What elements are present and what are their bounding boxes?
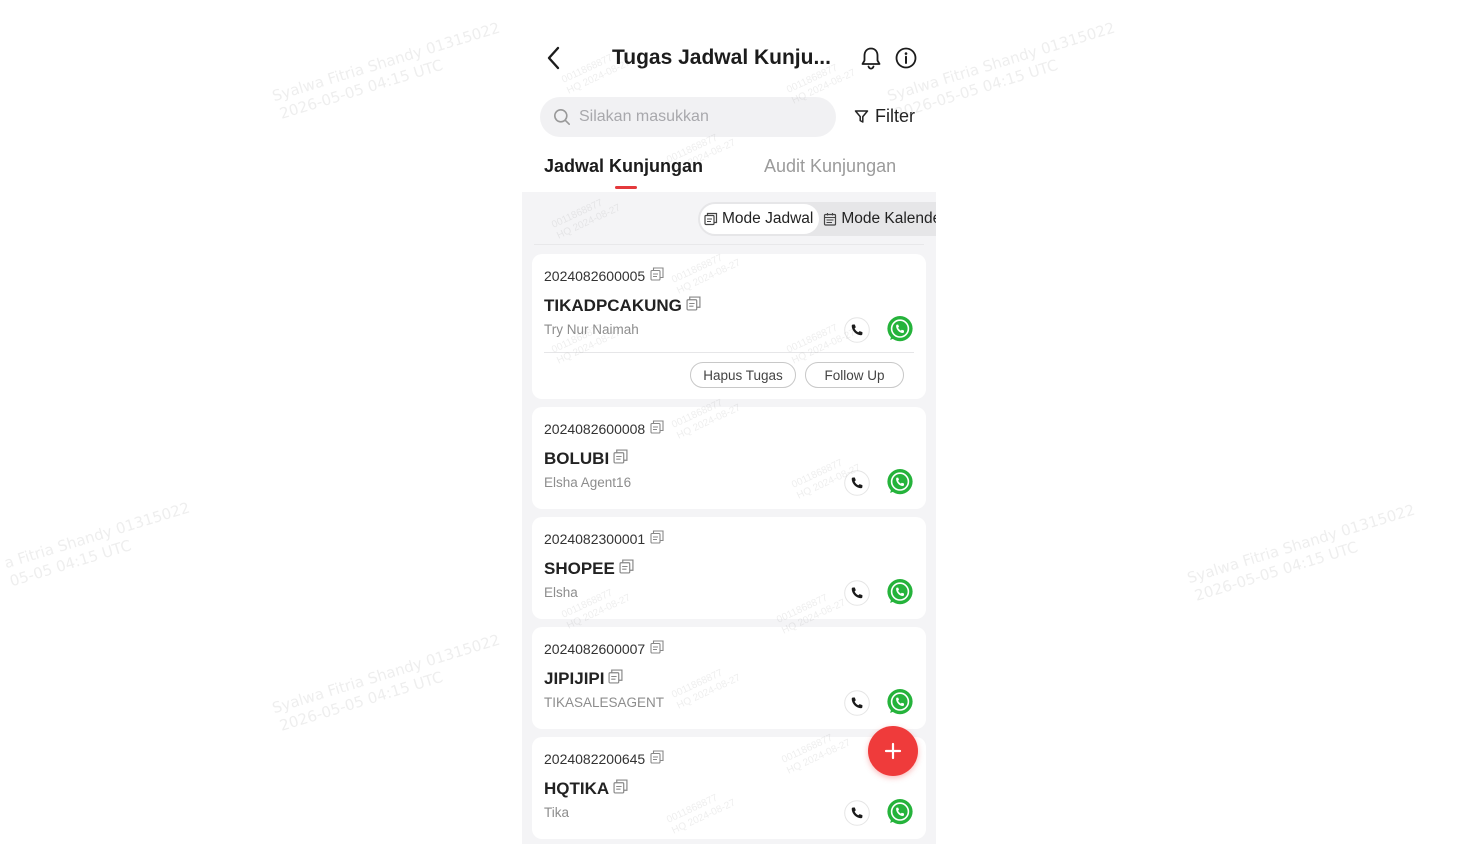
store-name: JIPIJIPI <box>544 669 624 689</box>
whatsapp-icon <box>887 316 913 342</box>
phone-icon <box>844 800 870 826</box>
copy-icon[interactable] <box>613 779 628 799</box>
view-mode-switch: Mode Jadwal Mode Kalender <box>698 202 936 236</box>
copy-icon[interactable] <box>686 296 701 316</box>
active-tab-indicator <box>615 186 637 189</box>
tab-audit-kunjungan[interactable]: Audit Kunjungan <box>764 156 896 177</box>
watermark: Syalwa Fitria Shandy 01315022 2026-05-05… <box>1185 500 1418 605</box>
app-header: Tugas Jadwal Kunju... <box>522 0 936 96</box>
task-card[interactable]: 2024082600008 BOLUBI Elsha Agent16 <box>532 407 926 509</box>
page-title: Tugas Jadwal Kunju... <box>612 46 831 69</box>
tab-bar: Jadwal Kunjungan Audit Kunjungan <box>522 150 936 192</box>
watermark: Syalwa Fitria Shandy 01315022 2026-05-05… <box>270 630 503 735</box>
copy-icon[interactable] <box>650 640 664 657</box>
tab-jadwal-kunjungan[interactable]: Jadwal Kunjungan <box>544 156 703 177</box>
store-name: BOLUBI <box>544 449 628 469</box>
schedule-icon <box>704 212 718 226</box>
task-card[interactable]: 2024082600007 JIPIJIPI TIKASALESAGENT <box>532 627 926 729</box>
plus-icon <box>884 742 902 760</box>
back-button[interactable] <box>542 44 564 72</box>
store-name: SHOPEE <box>544 559 634 579</box>
agent-name: TIKASALESAGENT <box>544 695 665 710</box>
info-button[interactable] <box>894 46 918 72</box>
whatsapp-icon <box>887 799 913 825</box>
task-card[interactable]: 2024082300001 SHOPEE Elsha <box>532 517 926 619</box>
card-divider <box>544 352 914 353</box>
filter-label: Filter <box>875 106 915 126</box>
whatsapp-icon <box>887 579 913 605</box>
whatsapp-icon <box>887 689 913 715</box>
agent-name: Tika <box>544 805 570 820</box>
phone-icon <box>844 470 870 496</box>
search-icon <box>554 109 570 125</box>
mode-kalender-button[interactable]: Mode Kalender <box>819 204 936 234</box>
store-name: TIKADPCAKUNG <box>544 296 701 316</box>
copy-icon[interactable] <box>608 669 624 689</box>
call-button[interactable] <box>843 469 871 497</box>
add-task-button[interactable] <box>868 726 918 776</box>
search-bar[interactable] <box>540 97 836 137</box>
copy-icon[interactable] <box>613 449 628 469</box>
search-input[interactable] <box>579 108 809 126</box>
whatsapp-button[interactable] <box>886 688 914 716</box>
chevron-left-icon <box>547 46 560 70</box>
divider <box>534 244 924 245</box>
copy-icon[interactable] <box>650 420 664 437</box>
funnel-icon <box>854 110 869 123</box>
calendar-icon <box>824 213 837 226</box>
call-button[interactable] <box>843 689 871 717</box>
bell-icon <box>861 47 881 70</box>
copy-icon[interactable] <box>619 559 634 579</box>
task-card[interactable]: 2024082200645 HQTIKA Tika <box>532 737 926 839</box>
task-id: 2024082600005 <box>544 267 664 284</box>
agent-name: Elsha Agent16 <box>544 475 632 490</box>
delete-task-button[interactable]: Hapus Tugas <box>690 362 796 388</box>
phone-icon <box>844 317 870 343</box>
watermark: a Fitria Shandy 01315022 05-05 04:15 UTC <box>2 498 192 591</box>
info-icon <box>895 47 917 69</box>
call-button[interactable] <box>843 316 871 344</box>
task-card[interactable]: 2024082600005 TIKADPCAKUNG Try Nur Naima… <box>532 254 926 399</box>
call-button[interactable] <box>843 579 871 607</box>
filter-button[interactable]: Filter <box>854 106 915 127</box>
copy-icon[interactable] <box>650 750 664 767</box>
whatsapp-button[interactable] <box>886 798 914 826</box>
watermark: Syalwa Fitria Shandy 01315022 2026-05-05… <box>270 18 503 123</box>
notifications-button[interactable] <box>860 46 884 72</box>
task-id: 2024082300001 <box>544 530 664 547</box>
phone-icon <box>844 690 870 716</box>
whatsapp-icon <box>887 469 913 495</box>
agent-name: Try Nur Naimah <box>544 322 639 337</box>
task-id: 2024082600008 <box>544 420 664 437</box>
phone-icon <box>844 580 870 606</box>
copy-icon[interactable] <box>650 530 664 547</box>
task-id: 2024082200645 <box>544 750 664 767</box>
mode-jadwal-label: Mode Jadwal <box>722 210 814 227</box>
whatsapp-button[interactable] <box>886 315 914 343</box>
task-id: 2024082600007 <box>544 640 664 657</box>
store-name: HQTIKA <box>544 779 628 799</box>
mobile-screen: Tugas Jadwal Kunju... Filter Jadwal Kunj… <box>522 0 936 844</box>
call-button[interactable] <box>843 799 871 827</box>
mode-jadwal-button[interactable]: Mode Jadwal <box>700 204 820 234</box>
whatsapp-button[interactable] <box>886 578 914 606</box>
whatsapp-button[interactable] <box>886 468 914 496</box>
copy-icon[interactable] <box>650 267 664 284</box>
agent-name: Elsha <box>544 585 578 600</box>
follow-up-button[interactable]: Follow Up <box>805 362 904 388</box>
mode-kalender-label: Mode Kalender <box>841 210 936 227</box>
